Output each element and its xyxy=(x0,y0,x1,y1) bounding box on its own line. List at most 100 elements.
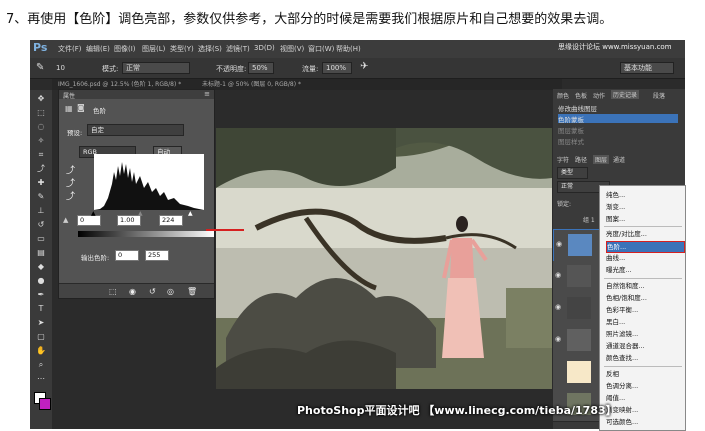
gradient-tool-icon[interactable]: ▤ xyxy=(36,248,46,258)
tab-actions[interactable]: 动作 xyxy=(593,91,605,100)
tab-paragraph[interactable]: 段落 xyxy=(653,91,665,100)
tab-channels[interactable]: 通道 xyxy=(613,155,625,164)
move-tool-icon[interactable]: ✥ xyxy=(36,94,46,104)
menu-help[interactable]: 帮助(H) xyxy=(336,44,361,54)
input-black-field[interactable]: 0 xyxy=(77,215,101,226)
zoom-tool-icon[interactable]: ⌕ xyxy=(36,360,46,370)
menu-image[interactable]: 图像(I) xyxy=(114,44,136,54)
menu-item-selective-color[interactable]: 可选颜色... xyxy=(606,417,683,427)
tab-swatches[interactable]: 色板 xyxy=(575,91,587,100)
flow-input[interactable]: 100% xyxy=(322,62,352,74)
history-item-selected[interactable]: 色阶蒙板 xyxy=(558,114,678,124)
menu-item-pattern[interactable]: 图案... xyxy=(606,214,683,224)
menu-item-gradient[interactable]: 渐变... xyxy=(606,202,683,212)
stamp-tool-icon[interactable]: ⊥ xyxy=(36,206,46,216)
brush-size[interactable]: 10 xyxy=(56,64,65,72)
visibility-toggle-icon[interactable]: ◉ xyxy=(129,287,136,296)
healing-tool-icon[interactable]: ✚ xyxy=(36,178,46,188)
magic-wand-icon[interactable]: ✧ xyxy=(36,136,46,146)
type-tool-icon[interactable]: T xyxy=(36,304,46,314)
mask-icon[interactable]: ◙ xyxy=(77,103,85,112)
gray-point-eyedropper-icon[interactable]: ⤴ xyxy=(66,176,75,189)
clip-layer-icon[interactable]: ⬚ xyxy=(109,287,117,296)
mode-select[interactable]: 正常 xyxy=(122,62,190,74)
menu-item-posterize[interactable]: 色调分离... xyxy=(606,381,683,391)
menu-item-photo-filter[interactable]: 照片滤镜... xyxy=(606,329,683,339)
history-item[interactable]: 修改曲线图层 xyxy=(558,103,678,113)
input-sliders[interactable]: ▲ ▲ ▲ xyxy=(91,210,204,217)
tab-character[interactable]: 字符 xyxy=(557,155,569,164)
path-select-icon[interactable]: ➤ xyxy=(36,318,46,328)
visibility-eye-icon[interactable]: ◉ xyxy=(555,335,561,343)
layer-kind-filter[interactable]: 类型 xyxy=(557,167,588,179)
eyedropper-icon[interactable]: ⤴ xyxy=(36,164,46,174)
menu-item-solid-color[interactable]: 纯色... xyxy=(606,190,683,200)
crop-tool-icon[interactable]: ⌗ xyxy=(36,150,46,160)
blur-tool-icon[interactable]: ◆ xyxy=(36,262,46,272)
white-point-eyedropper-icon[interactable]: ⤴ xyxy=(66,189,75,202)
opacity-input[interactable]: 50% xyxy=(248,62,274,74)
menu-item-vibrance[interactable]: 自然饱和度... xyxy=(606,281,683,291)
menu-layer[interactable]: 图层(L) xyxy=(142,44,165,54)
menu-type[interactable]: 类型(Y) xyxy=(170,44,194,54)
menu-item-brightness-contrast[interactable]: 亮度/对比度... xyxy=(606,229,683,239)
tab-history[interactable]: 历史记录 xyxy=(611,90,640,99)
marquee-tool-icon[interactable]: ⬚ xyxy=(36,108,46,118)
workspace-select[interactable]: 基本功能 xyxy=(620,62,674,74)
output-white-field[interactable]: 255 xyxy=(145,250,169,261)
menu-item-color-balance[interactable]: 色彩平衡... xyxy=(606,305,683,315)
background-color-swatch[interactable] xyxy=(39,398,51,410)
menu-3d[interactable]: 3D(D) xyxy=(254,44,275,52)
menu-item-gradient-map[interactable]: 渐变映射... xyxy=(606,405,683,415)
menu-window[interactable]: 窗口(W) xyxy=(308,44,334,54)
extra-tools-icon[interactable]: ⋯ xyxy=(36,374,46,384)
tab-layers[interactable]: 图层 xyxy=(593,155,610,164)
shape-tool-icon[interactable]: ▢ xyxy=(36,332,46,342)
history-brush-icon[interactable]: ↺ xyxy=(36,220,46,230)
mid-slider-icon[interactable]: ▲ xyxy=(138,210,143,217)
menu-item-curves[interactable]: 曲线... xyxy=(606,253,683,263)
view-previous-icon[interactable]: ◎ xyxy=(167,287,174,296)
output-black-field[interactable]: 0 xyxy=(115,250,139,261)
menu-item-threshold[interactable]: 阈值... xyxy=(606,393,683,403)
eraser-tool-icon[interactable]: ▭ xyxy=(36,234,46,244)
visibility-eye-icon[interactable]: ◉ xyxy=(555,271,561,279)
menu-edit[interactable]: 编辑(E) xyxy=(86,44,110,54)
panel-menu-icon[interactable]: ≡ xyxy=(204,90,210,98)
menu-file[interactable]: 文件(F) xyxy=(58,44,82,54)
menu-item-hue-saturation[interactable]: 色相/饱和度... xyxy=(606,293,683,303)
menu-item-exposure[interactable]: 曝光度... xyxy=(606,265,683,275)
history-item[interactable]: 图层样式 xyxy=(558,136,678,146)
doc-tab-1[interactable]: IMG_1606.psd @ 12.5% (色阶 1, RGB/8) * xyxy=(58,79,181,88)
airbrush-icon[interactable]: ✈ xyxy=(360,61,368,72)
hand-tool-icon[interactable]: ✋ xyxy=(36,346,46,356)
menu-view[interactable]: 视图(V) xyxy=(280,44,304,54)
black-slider-icon[interactable]: ▲ xyxy=(91,210,96,217)
reset-icon[interactable]: ↺ xyxy=(149,287,156,296)
brush-icon[interactable]: ✎ xyxy=(36,62,44,73)
menu-item-invert[interactable]: 反相 xyxy=(606,369,683,379)
group-layer-name[interactable]: 组 1 xyxy=(583,215,595,224)
visibility-eye-icon[interactable]: ◉ xyxy=(556,240,562,248)
document-canvas[interactable] xyxy=(216,128,552,389)
menu-item-color-lookup[interactable]: 颜色查找... xyxy=(606,353,683,363)
delete-icon[interactable]: 🗑 xyxy=(187,287,197,296)
dodge-tool-icon[interactable]: ● xyxy=(36,276,46,286)
lasso-tool-icon[interactable]: ◌ xyxy=(36,122,46,132)
menu-item-levels-selected[interactable]: 色阶... xyxy=(606,241,685,253)
visibility-eye-icon[interactable]: ◉ xyxy=(555,303,561,311)
doc-tab-2[interactable]: 未标题-1 @ 50% (图层 0, RGB/8) * xyxy=(202,79,301,88)
white-slider-icon[interactable]: ▲ xyxy=(188,210,193,217)
tab-paths[interactable]: 路径 xyxy=(575,155,587,164)
menu-item-black-white[interactable]: 黑白... xyxy=(606,317,683,327)
preset-select[interactable]: 自定 xyxy=(87,124,184,136)
input-white-field[interactable]: 224 xyxy=(159,215,183,226)
black-point-eyedropper-icon[interactable]: ⤴ xyxy=(66,163,75,176)
menu-select[interactable]: 选择(S) xyxy=(198,44,222,54)
menu-item-channel-mixer[interactable]: 通道混合器... xyxy=(606,341,683,351)
pen-tool-icon[interactable]: ✒ xyxy=(36,290,46,300)
history-item[interactable]: 图层蒙板 xyxy=(558,125,678,135)
brush-tool-icon[interactable]: ✎ xyxy=(36,192,46,202)
tab-color[interactable]: 颜色 xyxy=(557,91,569,100)
menu-filter[interactable]: 滤镜(T) xyxy=(226,44,250,54)
